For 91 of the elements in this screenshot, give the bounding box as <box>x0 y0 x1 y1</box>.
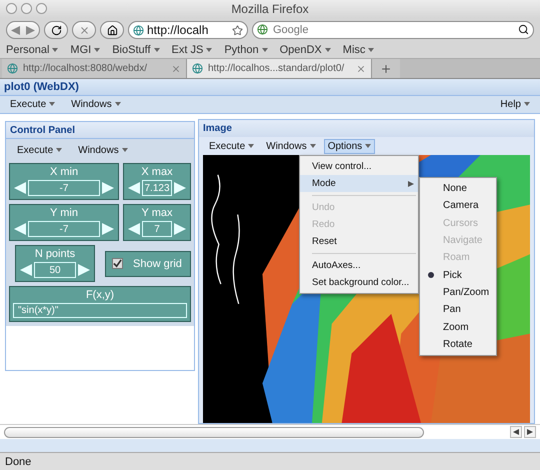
right-triangle-icon <box>102 182 114 194</box>
menu-item[interactable]: Mode <box>300 175 418 192</box>
menu-button[interactable]: Help <box>496 97 534 112</box>
menu-item[interactable]: Rotate <box>420 336 496 353</box>
right-triangle-icon <box>174 182 186 194</box>
app-title: plot0 (WebDX) <box>4 81 79 93</box>
decrement-button[interactable] <box>127 221 141 237</box>
left-triangle-icon <box>128 182 140 194</box>
globe-icon <box>192 63 203 74</box>
decrement-button[interactable] <box>13 221 27 237</box>
increment-button[interactable] <box>101 180 115 196</box>
left-triangle-icon <box>14 223 26 235</box>
forward-icon <box>26 26 35 34</box>
increment-button[interactable] <box>173 180 187 196</box>
close-icon <box>356 64 366 74</box>
menu-item[interactable]: Pan <box>420 301 496 318</box>
menu-button[interactable]: Execute <box>6 97 60 112</box>
increment-button[interactable] <box>101 221 115 237</box>
spinner-label: N points <box>34 248 76 260</box>
increment-button[interactable] <box>173 221 187 237</box>
bookmark-folder[interactable]: BioStuff <box>112 44 160 56</box>
checkbox-label: Show grid <box>133 258 182 270</box>
scroll-left-button[interactable] <box>510 426 522 438</box>
menu-item[interactable]: View control... <box>300 158 418 175</box>
panel-title: Control Panel <box>10 124 76 136</box>
url-field[interactable]: http://localh <box>128 21 248 39</box>
menu-item[interactable]: AutoAxes... <box>300 257 418 274</box>
globe-icon <box>133 24 144 36</box>
right-triangle-icon <box>78 264 90 276</box>
menu-button[interactable]: Options <box>324 138 376 154</box>
window-control-button[interactable] <box>6 3 17 14</box>
bookmark-folder[interactable]: Misc <box>342 44 374 56</box>
scrollbar-thumb[interactable] <box>4 426 424 438</box>
right-triangle-icon <box>102 223 114 235</box>
right-triangle-icon <box>527 429 533 435</box>
check-icon <box>113 259 122 268</box>
close-icon <box>78 24 90 36</box>
new-tab-button[interactable] <box>372 59 400 78</box>
browser-tab[interactable]: http://localhost:8080/webdx/ <box>2 59 187 78</box>
home-button[interactable] <box>100 21 124 39</box>
left-triangle-icon <box>513 429 519 435</box>
spinner-label: Y max <box>140 207 174 219</box>
decrement-button[interactable] <box>13 180 27 196</box>
menu-item[interactable]: None <box>420 180 496 198</box>
globe-icon <box>257 24 268 35</box>
decrement-button[interactable] <box>19 262 33 278</box>
left-triangle-icon <box>20 264 32 276</box>
menu-item[interactable]: Reset <box>300 233 418 250</box>
menu-button[interactable]: Windows <box>67 97 125 112</box>
window-control-button[interactable] <box>36 3 47 14</box>
bookmark-folder[interactable]: MGI <box>70 44 100 56</box>
window-control-button[interactable] <box>21 3 32 14</box>
decrement-button[interactable] <box>127 180 141 196</box>
bookmark-folder[interactable]: Ext JS <box>172 44 212 56</box>
close-icon <box>171 64 181 74</box>
spinner-label: Y min <box>49 207 79 219</box>
bookmark-folder[interactable]: Personal <box>6 44 58 56</box>
globe-icon <box>7 63 18 74</box>
left-triangle-icon <box>128 223 140 235</box>
search-field[interactable]: Google <box>252 21 534 39</box>
reload-button[interactable] <box>44 21 68 39</box>
menu-item[interactable]: Pan/Zoom <box>420 284 496 302</box>
bookmark-folder[interactable]: OpenDX <box>280 44 331 56</box>
checkbox[interactable] <box>112 258 123 269</box>
browser-tab[interactable]: http://localhos...standard/plot0/ <box>187 59 372 78</box>
star-icon <box>232 24 243 36</box>
scroll-right-button[interactable] <box>524 426 536 438</box>
spinner-label: X max <box>140 166 174 178</box>
menu-item[interactable]: Set background color... <box>300 274 418 291</box>
bookmark-folder[interactable]: Python <box>224 44 268 56</box>
search-icon <box>518 24 529 35</box>
function-label: F(x,y) <box>84 289 116 301</box>
menu-button[interactable]: Execute <box>205 138 258 154</box>
left-triangle-icon <box>14 182 26 194</box>
plus-icon <box>380 62 392 74</box>
increment-button[interactable] <box>77 262 91 278</box>
menu-button[interactable]: Windows <box>74 142 132 158</box>
status-text: Done <box>5 456 32 468</box>
menu-item[interactable]: Pick <box>420 266 496 284</box>
menu-item[interactable]: Zoom <box>420 318 496 336</box>
menu-button[interactable]: Windows <box>262 138 320 154</box>
window-title: Mozilla Firefox <box>231 2 309 16</box>
submenu-arrow-icon <box>408 180 414 186</box>
home-icon <box>106 24 118 36</box>
reload-icon <box>50 24 62 36</box>
panel-title: Image <box>203 123 232 134</box>
menu-button[interactable]: Execute <box>13 142 66 158</box>
right-triangle-icon <box>174 223 186 235</box>
back-icon <box>11 26 20 34</box>
menu-item[interactable]: Camera <box>420 197 496 215</box>
spinner-label: X min <box>48 166 80 178</box>
